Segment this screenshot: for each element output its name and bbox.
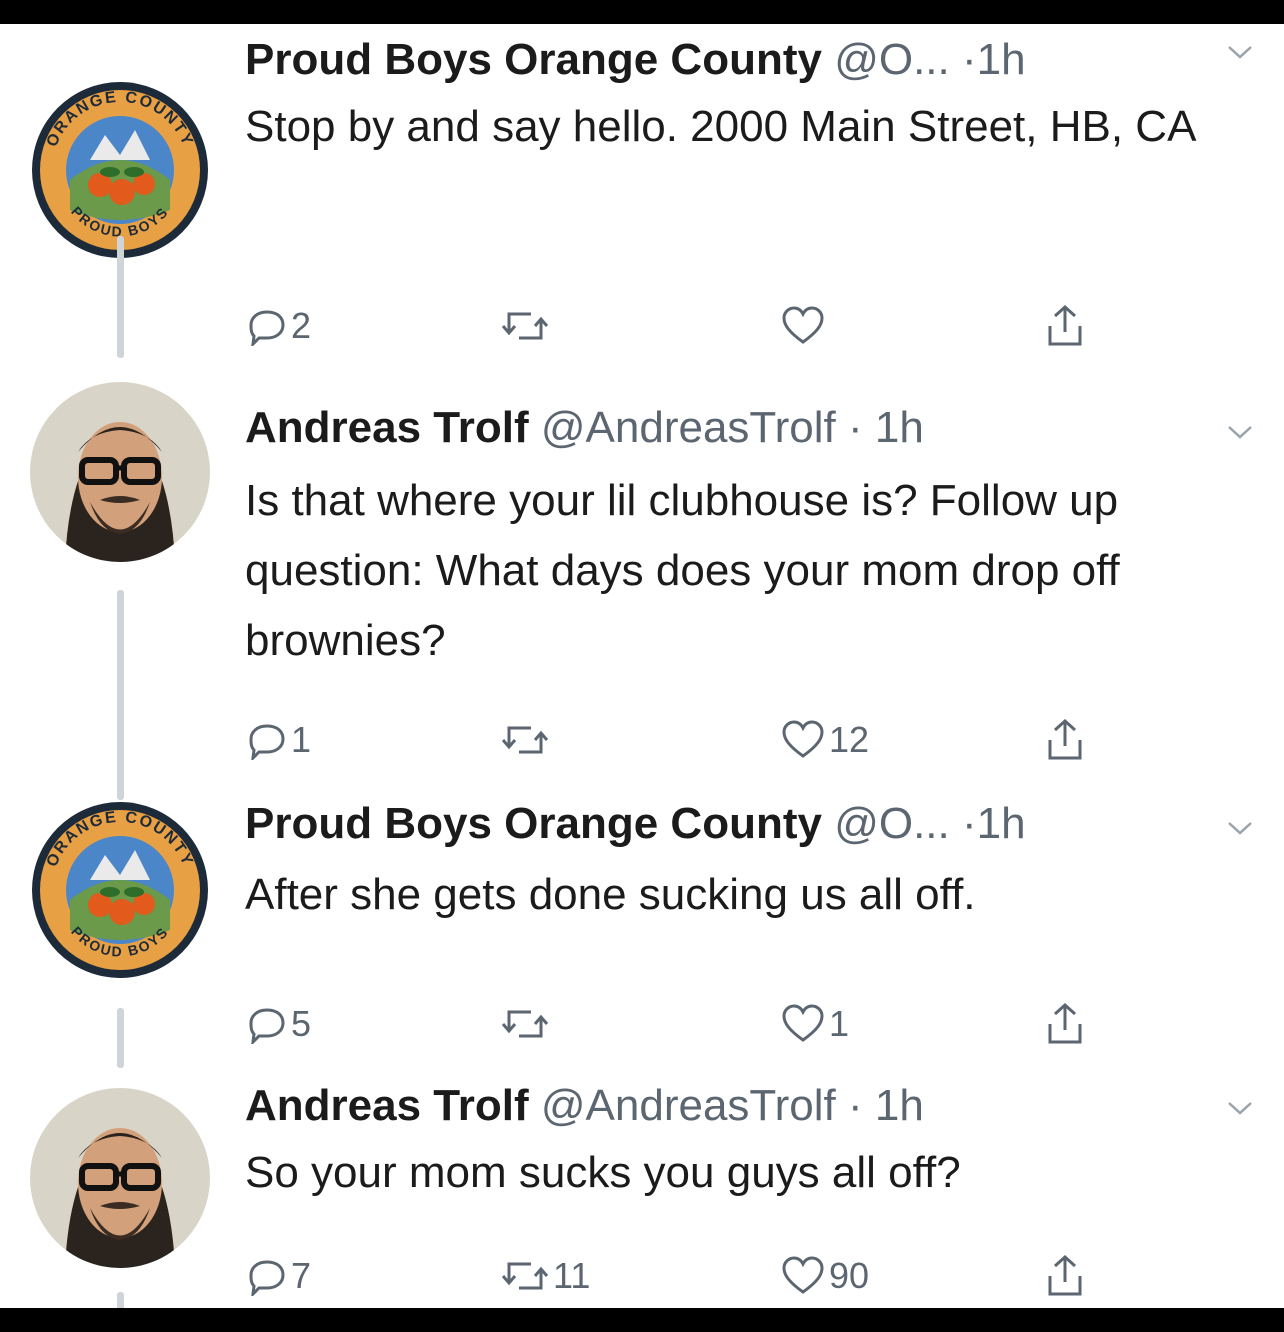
chevron-down-icon[interactable] xyxy=(1226,42,1254,62)
timestamp[interactable]: 1h xyxy=(977,35,1026,84)
reply-icon xyxy=(249,310,285,346)
heart-icon xyxy=(782,306,824,344)
reply-button[interactable]: 2 xyxy=(247,296,311,356)
share-icon xyxy=(1048,718,1082,760)
man-with-glasses-photo-icon xyxy=(30,382,210,562)
display-name[interactable]: Proud Boys Orange County xyxy=(245,35,822,84)
retweet-button[interactable] xyxy=(501,296,553,356)
like-count: 12 xyxy=(829,719,870,760)
separator-dot: · xyxy=(848,403,863,452)
thread-line xyxy=(117,236,124,358)
man-with-glasses-photo-icon xyxy=(30,1088,210,1268)
chevron-down-icon[interactable] xyxy=(1226,422,1254,442)
heart-icon xyxy=(782,720,824,758)
timestamp[interactable]: 1h xyxy=(977,799,1026,848)
share-button[interactable] xyxy=(1045,1246,1085,1306)
reply-icon xyxy=(249,1260,285,1296)
avatar[interactable] xyxy=(30,382,210,562)
orange-county-logo-icon: ORANGE COUNTY PROUD BOYS xyxy=(30,80,210,260)
display-name[interactable]: Andreas Trolf xyxy=(245,1081,529,1130)
like-count: 90 xyxy=(829,1255,870,1296)
handle[interactable]: @AndreasTrolf xyxy=(541,1081,836,1130)
tweet-header: Andreas Trolf @AndreasTrolf · 1h xyxy=(245,1076,924,1136)
display-name[interactable]: Proud Boys Orange County xyxy=(245,799,822,848)
retweet-count: 11 xyxy=(553,1255,591,1296)
orange-county-logo-icon: ORANGE COUNTY PROUD BOYS xyxy=(30,800,210,980)
reply-icon xyxy=(249,724,285,760)
separator-dot: · xyxy=(848,1081,863,1130)
share-button[interactable] xyxy=(1045,994,1085,1054)
timestamp[interactable]: 1h xyxy=(875,403,924,452)
chevron-down-icon[interactable] xyxy=(1226,1098,1254,1118)
thread-line xyxy=(117,1292,124,1308)
reply-icon xyxy=(249,1008,285,1044)
timestamp[interactable]: 1h xyxy=(875,1081,924,1130)
retweet-icon xyxy=(501,312,549,340)
chevron-down-icon[interactable] xyxy=(1226,818,1254,838)
retweet-button[interactable]: 11 xyxy=(501,1246,590,1306)
avatar[interactable] xyxy=(30,1088,210,1268)
thread-line xyxy=(117,590,124,800)
separator-dot: · xyxy=(962,799,977,848)
tweet-header: Proud Boys Orange County @O... ·1h xyxy=(245,30,1026,90)
reply-button[interactable]: 5 xyxy=(247,994,311,1054)
like-button[interactable] xyxy=(781,296,829,356)
avatar[interactable]: ORANGE COUNTY PROUD BOYS xyxy=(30,80,210,260)
share-button[interactable] xyxy=(1045,710,1085,770)
like-button[interactable]: 90 xyxy=(781,1246,869,1306)
retweet-icon xyxy=(501,1262,549,1290)
heart-icon xyxy=(782,1256,824,1294)
handle[interactable]: @AndreasTrolf xyxy=(541,403,836,452)
retweet-button[interactable] xyxy=(501,994,553,1054)
tweet-text: After she gets done sucking us all off. xyxy=(245,870,976,919)
avatar[interactable]: ORANGE COUNTY PROUD BOYS xyxy=(30,800,210,980)
tweet-text: Is that where your lil clubhouse is? Fol… xyxy=(245,476,1120,665)
tweet-actions: 1 12 xyxy=(245,710,1145,770)
reply-button[interactable]: 1 xyxy=(247,710,311,770)
reply-count: 2 xyxy=(291,305,312,346)
share-icon xyxy=(1048,1254,1082,1296)
tweet-actions: 5 1 xyxy=(245,994,1145,1054)
tweet-header: Andreas Trolf @AndreasTrolf · 1h xyxy=(245,398,924,458)
retweet-icon xyxy=(501,726,549,754)
thread-line xyxy=(117,1008,124,1068)
tweet-text: So your mom sucks you guys all off? xyxy=(245,1148,961,1197)
heart-icon xyxy=(782,1004,824,1042)
tweet-actions: 7 11 90 xyxy=(245,1246,1145,1306)
reply-button[interactable]: 7 xyxy=(247,1246,311,1306)
share-icon xyxy=(1048,304,1082,346)
retweet-button[interactable] xyxy=(501,710,553,770)
reply-count: 1 xyxy=(291,719,312,760)
tweet-text: Stop by and say hello. 2000 Main Street,… xyxy=(245,102,1197,151)
share-icon xyxy=(1048,1002,1082,1044)
reply-count: 7 xyxy=(291,1255,312,1296)
retweet-icon xyxy=(501,1010,549,1038)
handle[interactable]: @O... xyxy=(834,799,950,848)
share-button[interactable] xyxy=(1045,296,1085,356)
display-name[interactable]: Andreas Trolf xyxy=(245,403,529,452)
like-count: 1 xyxy=(829,1003,850,1044)
reply-count: 5 xyxy=(291,1003,312,1044)
handle[interactable]: @O... xyxy=(834,35,950,84)
like-button[interactable]: 12 xyxy=(781,710,869,770)
tweet-actions: 2 xyxy=(245,296,1145,356)
tweet-header: Proud Boys Orange County @O... ·1h xyxy=(245,794,1026,854)
separator-dot: · xyxy=(962,35,977,84)
like-button[interactable]: 1 xyxy=(781,994,849,1054)
thread-screenshot: ORANGE COUNTY PROUD BOYS Proud Boys Oran… xyxy=(0,24,1284,1308)
